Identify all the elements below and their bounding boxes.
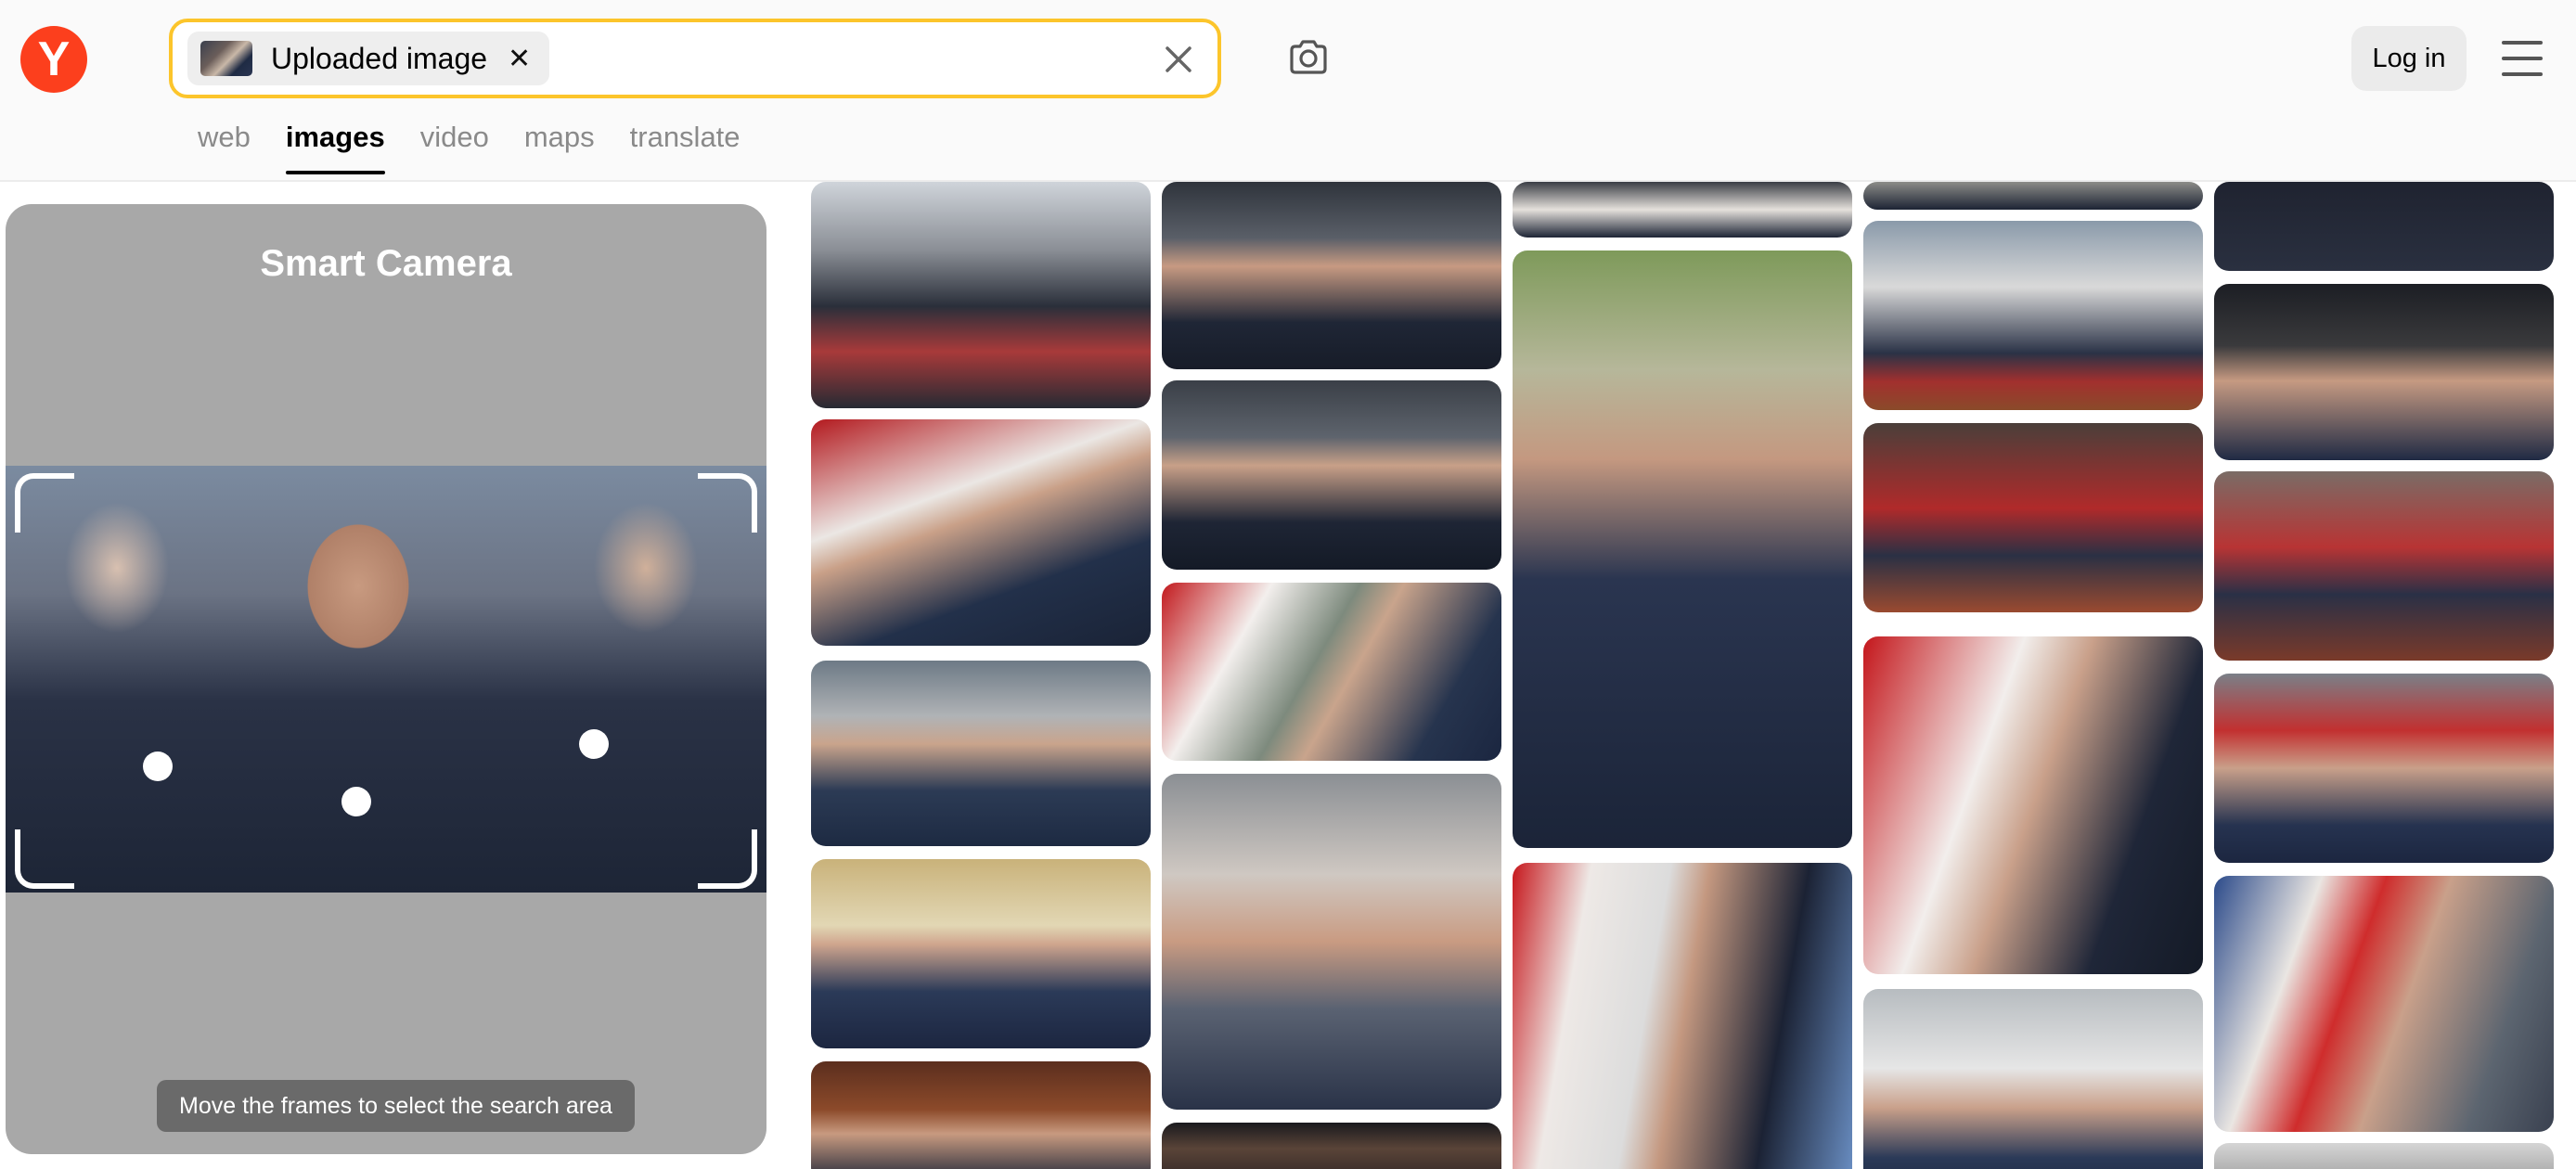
chip-label: Uploaded image — [271, 41, 488, 75]
result-image[interactable] — [1162, 774, 1501, 1110]
yandex-logo[interactable]: Y — [20, 26, 87, 93]
tab-video[interactable]: video — [420, 121, 489, 174]
result-image[interactable] — [2214, 471, 2554, 661]
frame-handle-bottom-left[interactable] — [15, 829, 74, 889]
tab-images[interactable]: images — [285, 121, 385, 174]
result-image[interactable] — [1162, 182, 1501, 369]
result-image[interactable] — [1162, 583, 1501, 761]
uploaded-photo — [6, 466, 766, 893]
result-image[interactable] — [2214, 284, 2554, 460]
result-image[interactable] — [811, 661, 1151, 846]
panel-title: Smart Camera — [260, 243, 512, 284]
result-image[interactable] — [1863, 636, 2203, 974]
results-grid — [811, 182, 2576, 1169]
clear-search-icon[interactable] — [1160, 41, 1197, 78]
result-image[interactable] — [1863, 221, 2203, 410]
tab-maps[interactable]: maps — [524, 121, 595, 174]
object-hotspot[interactable] — [579, 729, 609, 759]
result-image[interactable] — [2214, 182, 2554, 271]
search-tabs: web images video maps translate — [198, 121, 776, 174]
result-image[interactable] — [2214, 1143, 2554, 1169]
tab-web[interactable]: web — [198, 121, 251, 174]
search-box[interactable]: Uploaded image ✕ — [169, 19, 1221, 98]
tab-translate[interactable]: translate — [630, 121, 741, 174]
result-image[interactable] — [1513, 863, 1852, 1169]
result-image[interactable] — [811, 419, 1151, 646]
frame-handle-bottom-right[interactable] — [698, 829, 757, 889]
uploaded-image-thumbnail — [200, 41, 252, 76]
hamburger-menu-icon[interactable] — [2502, 41, 2543, 76]
object-hotspot[interactable] — [143, 752, 173, 781]
smart-camera-panel: Smart Camera Move the frames to select t… — [6, 204, 766, 1154]
result-image[interactable] — [1863, 989, 2203, 1169]
header: Y Uploaded image ✕ Log in web images vid… — [0, 0, 2576, 182]
selection-hint: Move the frames to select the search are… — [157, 1080, 635, 1132]
chip-close-icon[interactable]: ✕ — [508, 43, 531, 75]
result-image[interactable] — [1863, 182, 2203, 210]
login-button[interactable]: Log in — [2351, 26, 2467, 91]
frame-handle-top-left[interactable] — [15, 473, 74, 533]
frame-handle-top-right[interactable] — [698, 473, 757, 533]
result-image[interactable] — [811, 1061, 1151, 1169]
result-image[interactable] — [811, 182, 1151, 408]
result-image[interactable] — [1162, 380, 1501, 570]
result-image[interactable] — [2214, 876, 2554, 1132]
result-image[interactable] — [1162, 1123, 1501, 1169]
result-image[interactable] — [1513, 182, 1852, 238]
object-hotspot[interactable] — [341, 787, 371, 816]
result-image[interactable] — [811, 859, 1151, 1048]
result-image[interactable] — [1863, 423, 2203, 612]
uploaded-image-chip[interactable]: Uploaded image ✕ — [187, 32, 550, 85]
result-image[interactable] — [2214, 674, 2554, 863]
result-image[interactable] — [1513, 250, 1852, 848]
camera-search-icon[interactable] — [1286, 35, 1331, 80]
